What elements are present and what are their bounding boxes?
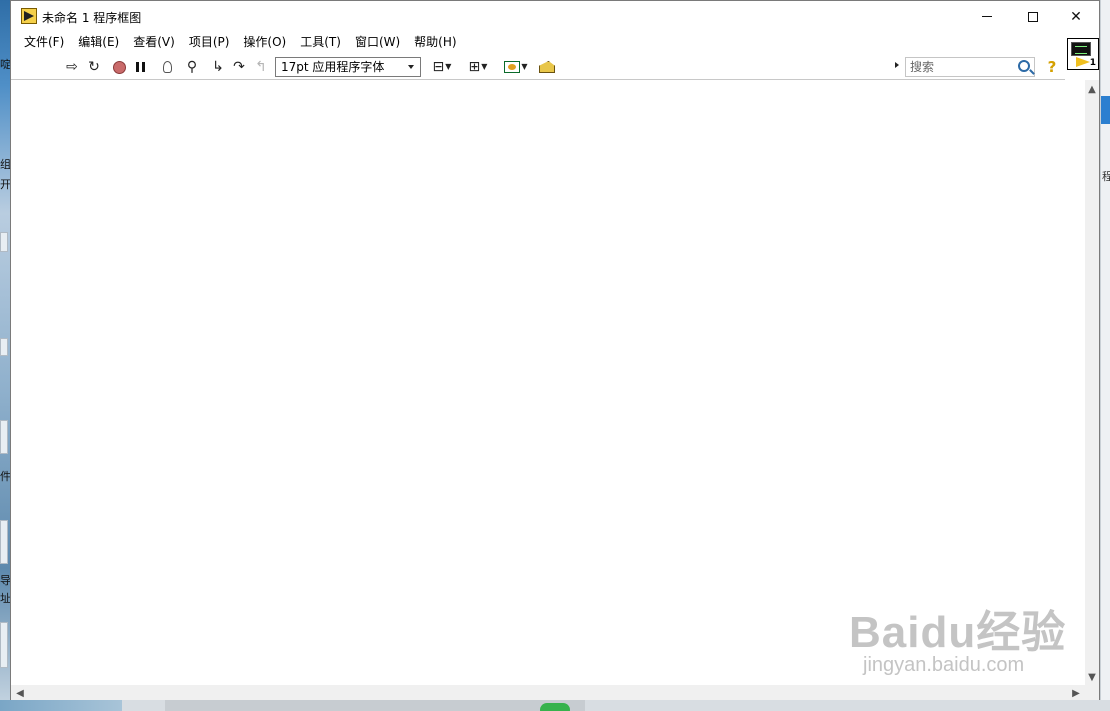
vi-connector-icon[interactable]: 1	[1067, 38, 1099, 70]
reorder-icon[interactable]: ▼	[501, 58, 531, 76]
run-continuously-icon[interactable]: ↻	[85, 58, 103, 76]
background-green-indicator	[540, 703, 570, 711]
window-title: 未命名 1 程序框图	[42, 11, 142, 25]
minimize-icon	[982, 16, 992, 17]
desktop-bottom-strip	[0, 700, 1110, 711]
search-box[interactable]	[905, 57, 1035, 77]
scroll-right-icon[interactable]: ▶	[1069, 686, 1083, 700]
step-out-icon[interactable]: ↰	[252, 58, 270, 76]
block-diagram-canvas[interactable]	[11, 80, 1085, 685]
font-select[interactable]: 17pt 应用程序字体	[275, 57, 421, 77]
vi-icon-number: 1	[1089, 58, 1096, 68]
context-help-button[interactable]: ?	[1043, 58, 1061, 76]
menu-project[interactable]: 项目(P)	[182, 32, 237, 53]
background-box	[0, 338, 8, 356]
background-text-fragment: 组	[0, 158, 10, 171]
background-box	[0, 420, 8, 454]
clean-up-diagram-icon[interactable]	[538, 58, 556, 76]
vertical-scrollbar[interactable]: ▲ ▼	[1085, 80, 1099, 685]
block-diagram-window: 未命名 1 程序框图 ✕ 文件(F) 编辑(E) 查看(V) 项目(P) 操作(…	[10, 0, 1100, 700]
maximize-icon	[1028, 11, 1038, 22]
run-arrow-icon[interactable]: ⇨	[63, 58, 81, 76]
distribute-objects-icon[interactable]: ⊞ ▼	[463, 58, 493, 76]
background-highlight	[1101, 96, 1110, 124]
step-into-icon[interactable]: ↳	[209, 58, 227, 76]
retain-wire-values-icon[interactable]: ⚲	[183, 58, 201, 76]
step-over-icon[interactable]: ↷	[230, 58, 248, 76]
menu-bar: 文件(F) 编辑(E) 查看(V) 项目(P) 操作(O) 工具(T) 窗口(W…	[11, 32, 1065, 53]
scroll-down-icon[interactable]: ▼	[1085, 670, 1099, 684]
scroll-left-icon[interactable]: ◀	[13, 686, 27, 700]
background-segment	[0, 700, 122, 711]
baidu-watermark: Baidu经验 jingyan.baidu.com	[849, 596, 1066, 677]
search-expand-icon[interactable]	[895, 62, 899, 68]
close-button[interactable]: ✕	[1053, 1, 1099, 32]
search-icon[interactable]	[1018, 60, 1030, 72]
background-box	[0, 232, 8, 252]
menu-tools[interactable]: 工具(T)	[293, 32, 348, 53]
background-text-fragment: 开	[0, 178, 10, 191]
scroll-up-icon[interactable]: ▲	[1085, 82, 1099, 96]
maximize-button[interactable]	[1010, 1, 1056, 32]
menu-window[interactable]: 窗口(W)	[348, 32, 407, 53]
search-input[interactable]	[906, 58, 1006, 76]
background-text-fragment: 址	[0, 592, 10, 605]
pause-icon[interactable]	[131, 58, 149, 76]
background-segment	[165, 700, 585, 711]
vi-icon-screen	[1071, 42, 1091, 56]
abort-stop-icon[interactable]	[110, 58, 128, 76]
labview-app-icon	[21, 8, 37, 24]
minimize-button[interactable]	[964, 1, 1010, 32]
background-text-fragment: 件	[0, 470, 10, 483]
desktop-left-strip: 啶 组 开 件 导 址	[0, 0, 10, 711]
chevron-down-icon	[408, 65, 414, 69]
background-box	[0, 520, 8, 564]
title-bar[interactable]: 未命名 1 程序框图 ✕	[11, 1, 1099, 32]
align-objects-icon[interactable]: ⊟ ▼	[427, 58, 457, 76]
menu-operate[interactable]: 操作(O)	[236, 32, 293, 53]
menu-view[interactable]: 查看(V)	[126, 32, 182, 53]
watermark-brand: Baidu经验	[849, 608, 1067, 657]
menu-edit[interactable]: 编辑(E)	[71, 32, 126, 53]
close-icon: ✕	[1070, 8, 1082, 25]
font-select-value: 17pt 应用程序字体	[281, 60, 385, 74]
background-text-fragment: 导	[0, 574, 10, 587]
diagram-toolbar: ⇨ ↻ ⚲ ↳ ↷ ↰ 17pt 应用程序字体 ⊟▼ ⊞▼ ▼ ?	[11, 54, 1065, 80]
background-text-fragment: 程	[1102, 170, 1110, 183]
desktop-right-strip: 程	[1100, 0, 1110, 711]
background-text-fragment: 啶	[0, 58, 10, 71]
highlight-execution-bulb-icon[interactable]	[158, 58, 176, 76]
menu-help[interactable]: 帮助(H)	[407, 32, 463, 53]
menu-file[interactable]: 文件(F)	[17, 32, 71, 53]
vi-icon-arrow	[1076, 57, 1090, 67]
horizontal-scrollbar[interactable]: ◀ ▶	[11, 685, 1099, 700]
background-box	[0, 622, 8, 668]
